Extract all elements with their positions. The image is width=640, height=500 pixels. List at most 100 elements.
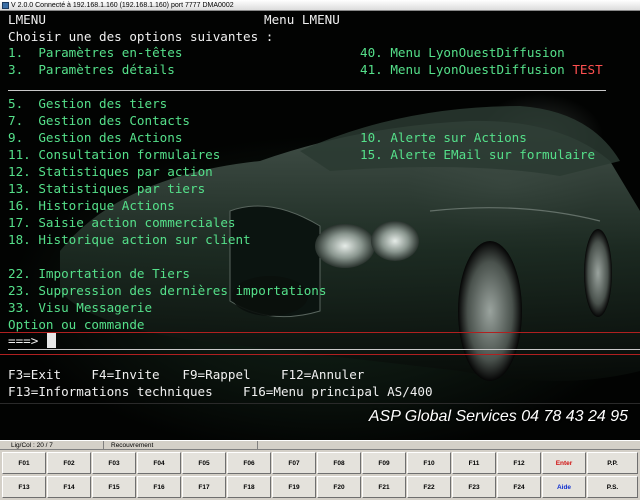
menu-option-23[interactable]: 23. Suppression des dernières importatio… (8, 282, 326, 299)
insert-mode: Recouvrement (108, 441, 258, 450)
command-red-line (0, 354, 640, 355)
text-cursor (47, 333, 56, 348)
window-titlebar: V 2.0.0 Connecté à 192.168.1.160 (192.16… (0, 0, 640, 11)
f13-button[interactable]: F13 (2, 476, 46, 498)
menu-option-18[interactable]: 18. Historique action sur client (8, 231, 251, 248)
menu-option-17[interactable]: 17. Saisie action commerciales (8, 214, 235, 231)
f14-button[interactable]: F14 (47, 476, 91, 498)
f07-button[interactable]: F07 (272, 452, 316, 474)
option-label: Paramètres détails (38, 62, 175, 77)
option-label: Gestion des Contacts (38, 113, 190, 128)
menu-option-15[interactable]: 15. Alerte EMail sur formulaire (360, 146, 595, 163)
menu-option-40[interactable]: 40. Menu LyonOuestDiffusion (360, 44, 565, 61)
option-number: 22. (8, 266, 31, 281)
f09-button[interactable]: F09 (362, 452, 406, 474)
f20-button[interactable]: F20 (317, 476, 361, 498)
f03-button[interactable]: F03 (92, 452, 136, 474)
option-label: Saisie action commerciales (38, 215, 236, 230)
menu-option-33[interactable]: 33. Visu Messagerie (8, 299, 152, 316)
option-number: 1. (8, 45, 24, 60)
page-up-button[interactable]: P.P. (587, 452, 638, 474)
option-number: 15. (360, 147, 383, 162)
f22-button[interactable]: F22 (407, 476, 451, 498)
f16-button[interactable]: F16 (137, 476, 181, 498)
window-title: V 2.0.0 Connecté à 192.168.1.160 (192.16… (11, 2, 234, 9)
separator-line (8, 90, 606, 91)
option-number: 7. (8, 113, 24, 128)
f06-button[interactable]: F06 (227, 452, 271, 474)
menu-prompt: Choisir une des options suivantes : (8, 29, 274, 44)
option-number: 17. (8, 215, 31, 230)
menu-option-11[interactable]: 11. Consultation formulaires (8, 146, 220, 163)
menu-option-12[interactable]: 12. Statistiques par action (8, 163, 213, 180)
cursor-position: Lig/Col : 20 / 7 (8, 441, 104, 450)
option-label: Gestion des Actions (38, 130, 183, 145)
option-number: 10. (360, 130, 383, 145)
f08-button[interactable]: F08 (317, 452, 361, 474)
menu-option-3[interactable]: 3. Paramètres détails (8, 61, 175, 78)
option-label: Historique action sur client (38, 232, 251, 247)
command-bottom-line (8, 349, 640, 350)
option-label: Suppression des dernières importations (38, 283, 327, 298)
f05-button[interactable]: F05 (182, 452, 226, 474)
option-number: 11. (8, 147, 31, 162)
option-label: Menu LyonOuestDiffusion (390, 62, 565, 77)
option-number: 13. (8, 181, 31, 196)
terminal-screen[interactable]: LMENU Menu LMENU Choisir une des options… (0, 11, 640, 440)
option-number: 41. (360, 62, 383, 77)
help-button[interactable]: Aide (542, 476, 586, 498)
option-number: 40. (360, 45, 383, 60)
f10-button[interactable]: F10 (407, 452, 451, 474)
option-label: Statistiques par tiers (38, 181, 206, 196)
menu-option-13[interactable]: 13. Statistiques par tiers (8, 180, 205, 197)
app-icon (2, 1, 9, 9)
command-input[interactable] (60, 332, 630, 348)
f23-button[interactable]: F23 (452, 476, 496, 498)
page-title: Menu LMENU (264, 12, 340, 27)
option-number: 9. (8, 130, 24, 145)
menu-option-22[interactable]: 22. Importation de Tiers (8, 265, 190, 282)
program-name: LMENU (8, 12, 46, 27)
status-bar: Lig/Col : 20 / 7 Recouvrement (0, 440, 640, 450)
f18-button[interactable]: F18 (227, 476, 271, 498)
menu-option-41[interactable]: 41. Menu LyonOuestDiffusion TEST (360, 61, 603, 78)
function-keys-legend-2: F13=Informations techniques F16=Menu pri… (8, 384, 433, 399)
enter-button[interactable]: Enter (542, 452, 586, 474)
f19-button[interactable]: F19 (272, 476, 316, 498)
f12-button[interactable]: F12 (497, 452, 541, 474)
f02-button[interactable]: F02 (47, 452, 91, 474)
option-label: Statistiques par action (38, 164, 213, 179)
command-arrow: ===> (8, 333, 39, 348)
option-label: Alerte EMail sur formulaire (390, 147, 596, 162)
menu-option-7[interactable]: 7. Gestion des Contacts (8, 112, 190, 129)
f24-button[interactable]: F24 (497, 476, 541, 498)
option-label: Visu Messagerie (38, 300, 153, 315)
option-label: Consultation formulaires (38, 147, 221, 162)
option-number: 33. (8, 300, 31, 315)
f04-button[interactable]: F04 (137, 452, 181, 474)
option-number: 16. (8, 198, 31, 213)
page-down-button[interactable]: P.S. (587, 476, 638, 498)
option-label: Importation de Tiers (38, 266, 190, 281)
test-label: TEST (572, 62, 603, 77)
option-number: 5. (8, 96, 24, 111)
option-number: 18. (8, 232, 31, 247)
menu-option-10[interactable]: 10. Alerte sur Actions (360, 129, 527, 146)
option-label: Menu LyonOuestDiffusion (390, 45, 565, 60)
menu-option-1[interactable]: 1. Paramètres en-têtes (8, 44, 182, 61)
f21-button[interactable]: F21 (362, 476, 406, 498)
menu-option-9[interactable]: 9. Gestion des Actions (8, 129, 182, 146)
f01-button[interactable]: F01 (2, 452, 46, 474)
option-number: 3. (8, 62, 24, 77)
option-label: Gestion des tiers (38, 96, 168, 111)
option-number: 12. (8, 164, 31, 179)
f17-button[interactable]: F17 (182, 476, 226, 498)
f15-button[interactable]: F15 (92, 476, 136, 498)
command-label: Option ou commande (8, 317, 145, 332)
menu-option-5[interactable]: 5. Gestion des tiers (8, 95, 167, 112)
function-key-panel: F01 F02 F03 F04 F05 F06 F07 F08 F09 F10 … (0, 450, 640, 500)
f11-button[interactable]: F11 (452, 452, 496, 474)
option-label: Alerte sur Actions (390, 130, 527, 145)
option-label: Historique Actions (38, 198, 175, 213)
menu-option-16[interactable]: 16. Historique Actions (8, 197, 175, 214)
